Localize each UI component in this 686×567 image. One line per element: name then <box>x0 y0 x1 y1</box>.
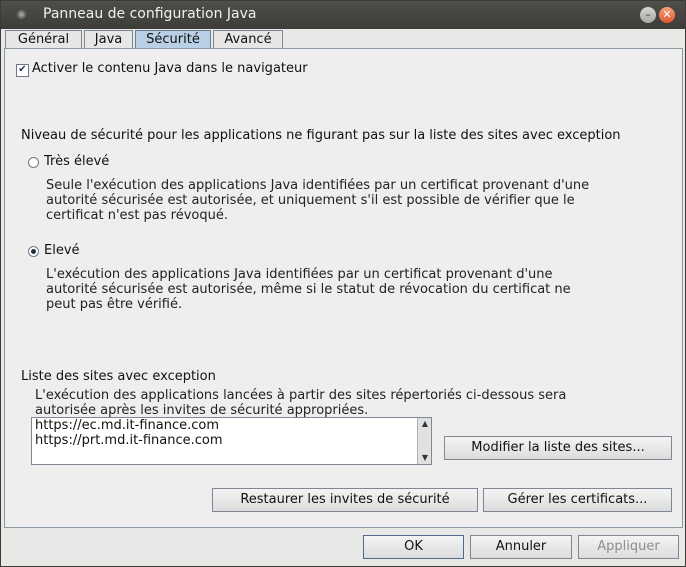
close-icon[interactable]: ✕ <box>659 7 675 23</box>
vertical-scrollbar[interactable]: ▲ ▼ <box>417 418 431 464</box>
radio-high[interactable] <box>28 246 39 257</box>
cancel-button[interactable]: Annuler <box>470 535 572 559</box>
edit-site-list-button[interactable]: Modifier la liste des sites... <box>444 436 672 460</box>
tab-security[interactable]: Sécurité <box>135 30 211 48</box>
apply-button[interactable]: Appliquer <box>578 535 679 559</box>
ok-button[interactable]: OK <box>363 535 464 559</box>
tab-advanced[interactable]: Avancé <box>213 30 283 48</box>
enable-java-label: Activer le contenu Java dans le navigate… <box>32 61 308 76</box>
exception-sites-list[interactable]: https://ec.md.it-finance.com https://prt… <box>31 417 432 465</box>
scroll-up-icon[interactable]: ▲ <box>420 419 430 429</box>
window-menu-icon[interactable] <box>17 10 26 19</box>
list-item[interactable]: https://ec.md.it-finance.com <box>32 418 431 433</box>
restore-security-prompts-button[interactable]: Restaurer les invites de sécurité <box>212 488 478 512</box>
security-panel: ✔ Activer le contenu Java dans le naviga… <box>4 48 683 528</box>
option-very-high-label[interactable]: Très élevé <box>44 154 109 169</box>
title-bar[interactable]: Panneau de configuration Java – ✕ <box>1 1 685 29</box>
tab-java[interactable]: Java <box>84 30 133 48</box>
radio-very-high[interactable] <box>28 157 39 168</box>
enable-java-checkbox[interactable]: ✔ <box>16 64 29 77</box>
java-control-panel-window: Panneau de configuration Java – ✕ Généra… <box>0 0 686 567</box>
list-item[interactable]: https://prt.md.it-finance.com <box>32 433 431 448</box>
option-high-label[interactable]: Elevé <box>44 243 80 258</box>
security-level-heading: Niveau de sécurité pour les applications… <box>21 128 621 143</box>
tab-general[interactable]: Général <box>5 30 82 48</box>
scroll-down-icon[interactable]: ▼ <box>420 453 430 463</box>
exception-list-heading: Liste des sites avec exception <box>21 369 216 384</box>
option-very-high-description: Seule l'exécution des applications Java … <box>46 178 590 223</box>
minimize-icon[interactable]: – <box>640 7 656 23</box>
option-high-description: L'exécution des applications Java identi… <box>46 267 571 312</box>
exception-list-description: L'exécution des applications lancées à p… <box>35 388 567 418</box>
manage-certificates-button[interactable]: Gérer les certificats... <box>483 488 672 512</box>
window-title: Panneau de configuration Java <box>43 6 257 22</box>
